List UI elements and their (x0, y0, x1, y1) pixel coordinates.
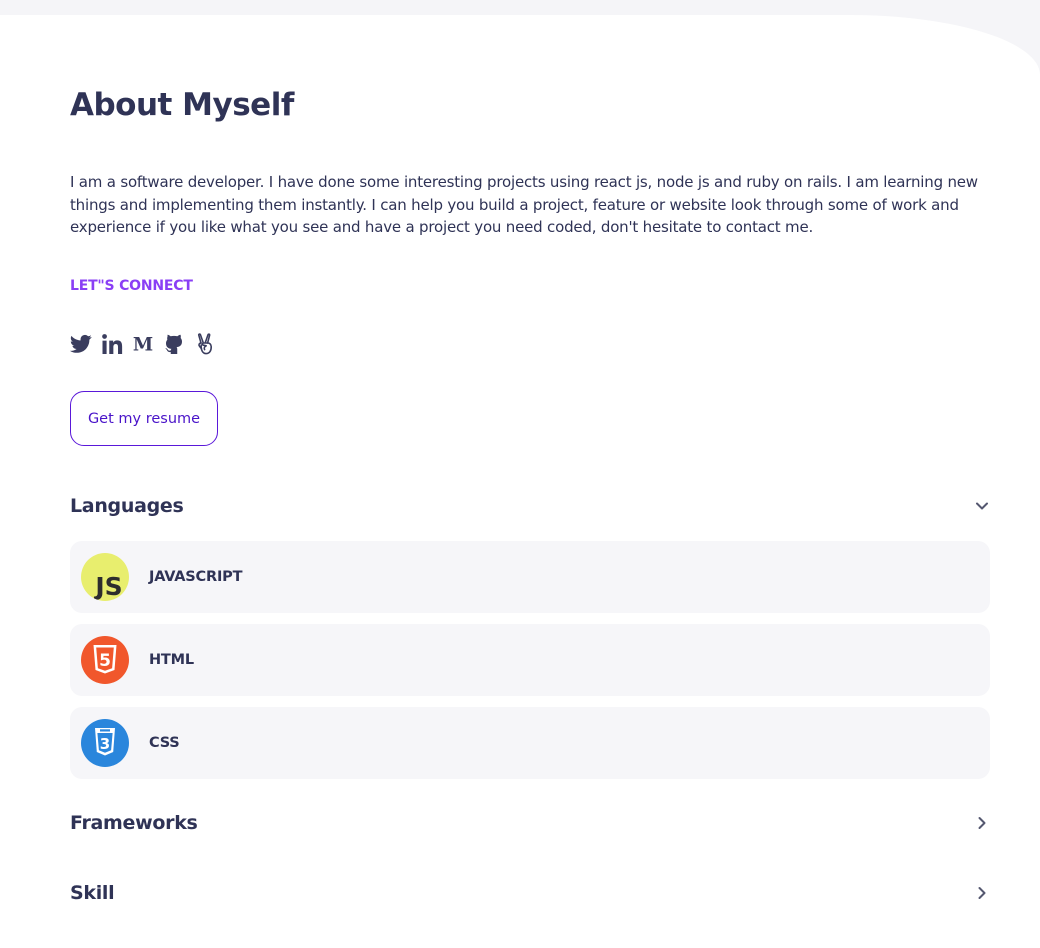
chevron-down-icon (974, 498, 990, 514)
linkedin-icon[interactable] (101, 332, 123, 356)
javascript-logo: JS (81, 553, 129, 601)
svg-text:M: M (133, 334, 153, 354)
angellist-icon[interactable] (194, 332, 216, 356)
chevron-right-icon (974, 885, 990, 901)
page-title: About Myself (70, 87, 294, 123)
list-item-html[interactable]: 5 HTML (70, 624, 990, 696)
html5-logo: 5 (81, 636, 129, 684)
svg-text:3: 3 (100, 735, 110, 753)
language-name: CSS (149, 735, 180, 751)
bio-paragraph: I am a software developer. I have done s… (70, 173, 978, 236)
svg-text:JS: JS (93, 572, 122, 601)
connect-label: LET"S CONNECT (70, 278, 193, 294)
section-skill-header[interactable]: Skill (70, 878, 990, 908)
section-languages-header[interactable]: Languages (70, 491, 990, 521)
svg-text:5: 5 (99, 651, 111, 671)
section-title: Skill (70, 882, 115, 904)
twitter-icon[interactable] (70, 332, 92, 356)
github-icon[interactable] (163, 332, 185, 356)
languages-list: JS JAVASCRIPT 5 HTML 3 CSS (70, 541, 990, 790)
section-title: Frameworks (70, 812, 198, 834)
social-links: M (70, 332, 216, 356)
get-resume-button[interactable]: Get my resume (70, 391, 218, 446)
about-card: About Myself I am a software developer. … (0, 15, 1040, 948)
css3-logo: 3 (81, 719, 129, 767)
section-frameworks-header[interactable]: Frameworks (70, 808, 990, 838)
chevron-right-icon (974, 815, 990, 831)
language-name: JAVASCRIPT (149, 569, 243, 585)
medium-icon[interactable]: M (132, 332, 154, 356)
language-name: HTML (149, 652, 194, 668)
section-title: Languages (70, 495, 184, 517)
list-item-css[interactable]: 3 CSS (70, 707, 990, 779)
list-item-javascript[interactable]: JS JAVASCRIPT (70, 541, 990, 613)
